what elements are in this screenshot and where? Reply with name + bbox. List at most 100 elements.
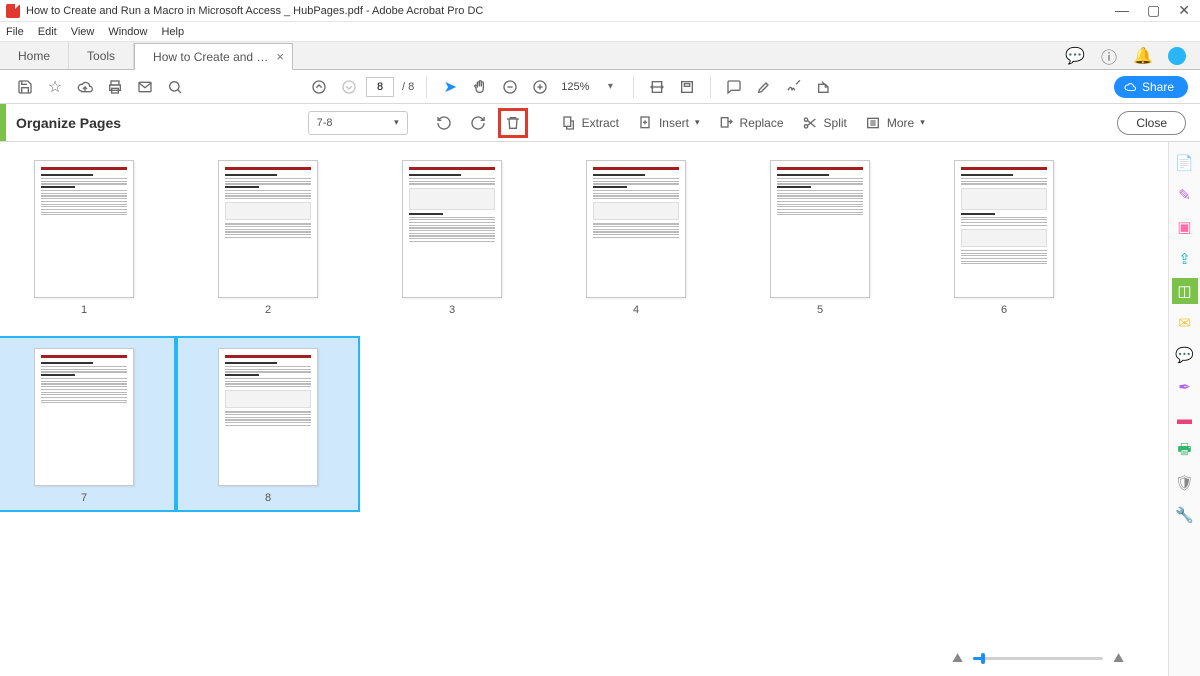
rail-comment-icon[interactable]: 💬	[1172, 342, 1198, 368]
page-range-value: 7-8	[317, 117, 333, 129]
menu-help[interactable]: Help	[161, 26, 184, 38]
extract-icon	[560, 115, 576, 131]
rail-protect-icon[interactable]: 🛡	[1172, 470, 1198, 496]
more-icon	[865, 115, 881, 131]
page-down-icon[interactable]	[336, 74, 362, 100]
menu-view[interactable]: View	[71, 26, 95, 38]
insert-icon	[637, 115, 653, 131]
page-range-select[interactable]: 7-8 ▾	[308, 111, 408, 135]
tab-document-label: How to Create and …	[153, 50, 268, 64]
organize-pages-toolbar: Organize Pages 7-8 ▾ Extract Insert ▾ Re…	[0, 104, 1200, 142]
page-number-label: 2	[265, 304, 271, 316]
page-thumbnail[interactable]: 3	[402, 160, 502, 316]
main-toolbar: ☆ / 8 ➤ 125% ▾ Share	[0, 70, 1200, 104]
page-number-label: 5	[817, 304, 823, 316]
delete-button-highlighted[interactable]	[498, 108, 528, 138]
zoom-large-icon[interactable]: ⛰	[1113, 650, 1124, 666]
page-number-label: 3	[449, 304, 455, 316]
chevron-down-icon: ▾	[695, 117, 700, 128]
more-button[interactable]: More ▾	[859, 110, 931, 136]
zoom-small-icon[interactable]: ⛰	[952, 650, 963, 666]
email-icon[interactable]	[132, 74, 158, 100]
hand-tool-icon[interactable]	[467, 74, 493, 100]
save-icon[interactable]	[12, 74, 38, 100]
insert-label: Insert	[659, 116, 689, 130]
comment-icon[interactable]	[721, 74, 747, 100]
menu-window[interactable]: Window	[108, 26, 147, 38]
fit-width-icon[interactable]	[644, 74, 670, 100]
rail-create-pdf-icon[interactable]: 📄	[1172, 150, 1198, 176]
page-preview	[34, 348, 134, 486]
tab-tools[interactable]: Tools	[69, 42, 134, 69]
page-preview	[402, 160, 502, 298]
user-avatar[interactable]	[1168, 47, 1186, 65]
sign-icon[interactable]	[781, 74, 807, 100]
page-number-label: 4	[633, 304, 639, 316]
page-thumbnail[interactable]: 4	[586, 160, 686, 316]
cloud-upload-icon[interactable]	[72, 74, 98, 100]
tab-home-label: Home	[18, 49, 50, 63]
window-close-button[interactable]: ✕	[1178, 2, 1190, 19]
tab-close-icon[interactable]: ×	[276, 49, 284, 64]
zoom-dropdown-icon[interactable]: ▾	[597, 74, 623, 100]
rail-export-pdf-icon[interactable]: ⇪	[1172, 246, 1198, 272]
window-minimize-button[interactable]: —	[1115, 2, 1129, 19]
split-button[interactable]: Split	[796, 110, 853, 136]
zoom-in-icon[interactable]	[527, 74, 553, 100]
rail-edit-pdf-icon[interactable]: ✎	[1172, 182, 1198, 208]
replace-button[interactable]: Replace	[712, 110, 790, 136]
rotate-cw-button[interactable]	[464, 110, 492, 136]
page-number-label: 6	[1001, 304, 1007, 316]
extract-button[interactable]: Extract	[554, 110, 625, 136]
menu-bar: File Edit View Window Help	[0, 22, 1200, 42]
rotate-ccw-button[interactable]	[430, 110, 458, 136]
rail-print-icon[interactable]: 🖶	[1172, 438, 1198, 464]
page-number-input[interactable]	[366, 77, 394, 97]
page-thumbnail[interactable]: 2	[218, 160, 318, 316]
page-preview	[586, 160, 686, 298]
rail-send-icon[interactable]: ✉	[1172, 310, 1198, 336]
page-preview	[770, 160, 870, 298]
insert-button[interactable]: Insert ▾	[631, 110, 706, 136]
rail-redact-icon[interactable]: ▬	[1172, 406, 1198, 432]
chevron-down-icon: ▾	[394, 117, 399, 128]
right-tool-rail: 📄 ✎ ▣ ⇪ ◫ ✉ 💬 ✒ ▬ 🖶 🛡 🔧	[1168, 142, 1200, 676]
selection-tool-icon[interactable]: ➤	[437, 74, 463, 100]
help-icon[interactable]: ⓘ	[1100, 47, 1118, 65]
notifications-icon[interactable]: 🔔	[1134, 47, 1152, 65]
search-icon[interactable]	[162, 74, 188, 100]
split-label: Split	[824, 116, 847, 130]
zoom-out-icon[interactable]	[497, 74, 523, 100]
more-label: More	[887, 116, 914, 130]
menu-file[interactable]: File	[6, 26, 24, 38]
rail-fill-sign-icon[interactable]: ✒	[1172, 374, 1198, 400]
scissors-icon	[802, 115, 818, 131]
page-thumbnail[interactable]: 7	[0, 336, 176, 512]
share-label: Share	[1142, 80, 1174, 94]
stamp-icon[interactable]	[811, 74, 837, 100]
page-preview	[34, 160, 134, 298]
menu-edit[interactable]: Edit	[38, 26, 57, 38]
page-number-label: 7	[81, 492, 87, 504]
page-thumbnail[interactable]: 5	[770, 160, 870, 316]
highlight-icon[interactable]	[751, 74, 777, 100]
title-bar: How to Create and Run a Macro in Microso…	[0, 0, 1200, 22]
favorite-icon[interactable]: ☆	[42, 74, 68, 100]
page-thumbnail[interactable]: 6	[954, 160, 1054, 316]
print-icon[interactable]	[102, 74, 128, 100]
thumbnail-zoom-slider[interactable]	[973, 657, 1103, 660]
tab-home[interactable]: Home	[0, 42, 69, 69]
close-organize-button[interactable]: Close	[1117, 111, 1186, 135]
rail-organize-pages-icon[interactable]: ◫	[1172, 278, 1198, 304]
share-button[interactable]: Share	[1114, 76, 1188, 98]
window-maximize-button[interactable]: ▢	[1147, 2, 1160, 19]
page-preview	[218, 348, 318, 486]
chat-icon[interactable]: 💬	[1066, 47, 1084, 65]
page-thumbnail[interactable]: 1	[34, 160, 134, 316]
rail-combine-icon[interactable]: ▣	[1172, 214, 1198, 240]
tab-document[interactable]: How to Create and … ×	[134, 43, 293, 70]
fit-page-icon[interactable]	[674, 74, 700, 100]
page-thumbnail[interactable]: 8	[176, 336, 360, 512]
rail-more-tools-icon[interactable]: 🔧	[1172, 502, 1198, 528]
page-up-icon[interactable]	[306, 74, 332, 100]
